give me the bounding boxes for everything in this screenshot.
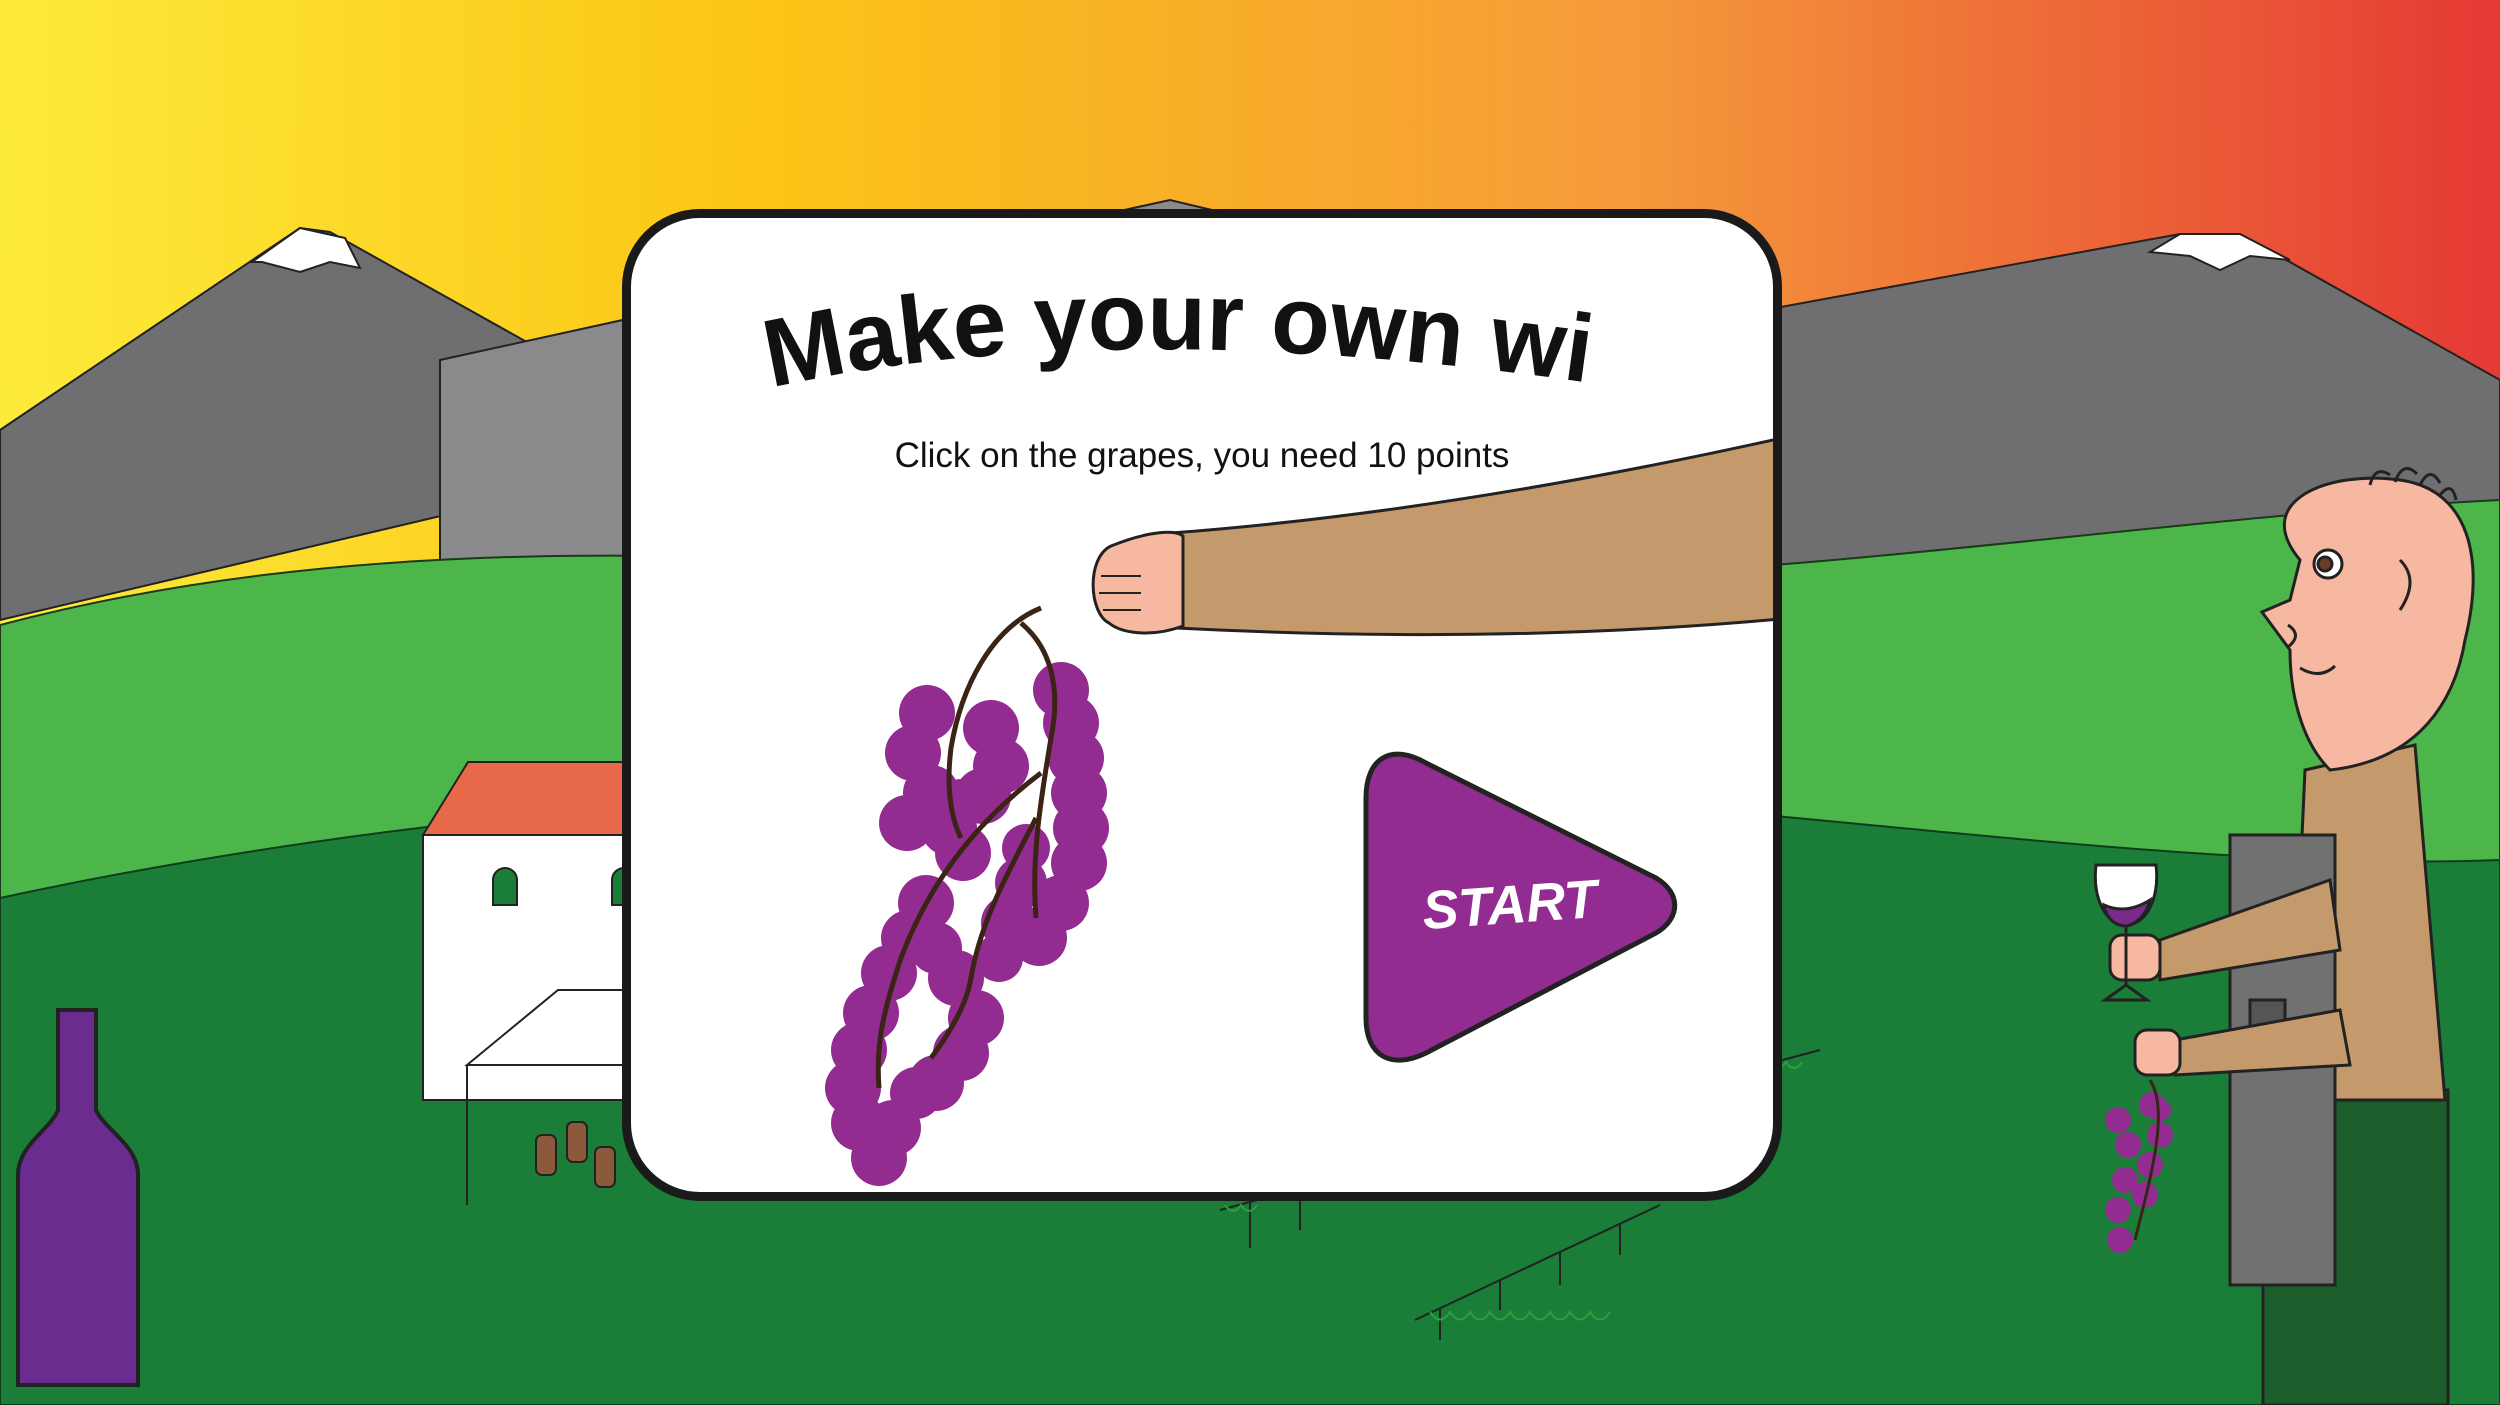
modal-artwork: Make your own wine [631,218,1773,1186]
grape-bunch[interactable] [825,605,1109,1186]
game-title: Make your own wine [631,218,1600,408]
instructions-text: Click on the grapes, you need 10 points [894,436,1510,475]
start-modal: Make your own wine [622,209,1782,1201]
start-label: START [1420,869,1603,941]
start-button[interactable]: START [1363,751,1678,1063]
hand [1091,530,1185,635]
